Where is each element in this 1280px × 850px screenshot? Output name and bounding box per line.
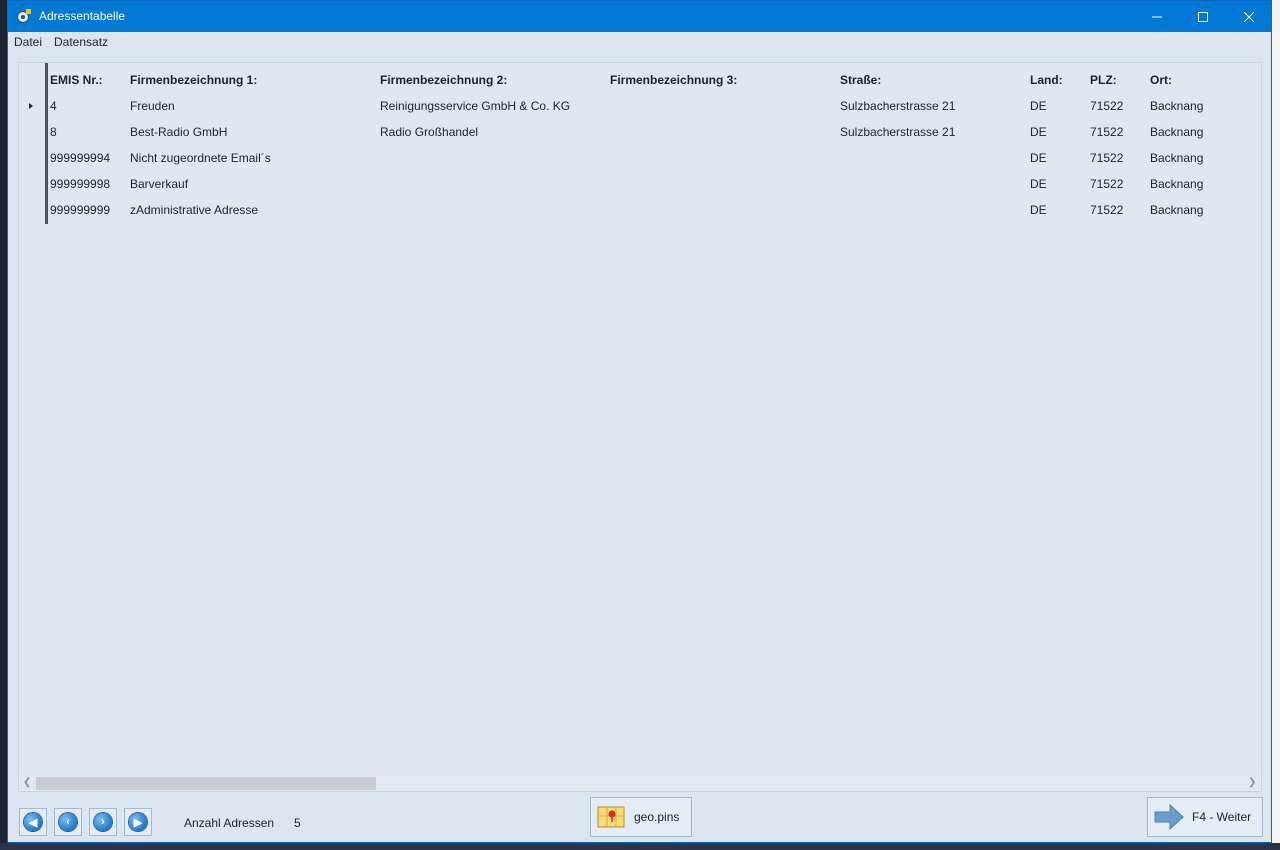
background-window-edge: [1272, 0, 1280, 850]
next-record-button[interactable]: ›: [89, 808, 117, 836]
cell-emis[interactable]: 999999998: [50, 177, 110, 191]
previous-record-button[interactable]: ‹: [54, 808, 82, 836]
first-record-button[interactable]: ◀: [19, 808, 47, 836]
cell-ort[interactable]: Backnang: [1150, 177, 1203, 191]
cell-land[interactable]: DE: [1030, 203, 1047, 217]
cell-ort[interactable]: Backnang: [1150, 203, 1203, 217]
map-pin-icon: [597, 806, 625, 828]
cell-land[interactable]: DE: [1030, 99, 1047, 113]
maximize-button[interactable]: [1180, 1, 1226, 32]
cell-emis[interactable]: 8: [50, 125, 57, 139]
last-record-icon: ▶: [129, 813, 147, 831]
window-title: Adressentabelle: [39, 9, 126, 23]
cell-emis[interactable]: 999999994: [50, 151, 110, 165]
menu-datensatz[interactable]: Datensatz: [54, 35, 108, 49]
cell-strasse[interactable]: Sulzbacherstrasse 21: [840, 125, 955, 139]
cell-plz[interactable]: 71522: [1090, 125, 1123, 139]
close-icon: [1244, 11, 1254, 22]
cell-plz[interactable]: 71522: [1090, 203, 1123, 217]
table-row[interactable]: 999999999 zAdministrative Adresse DE 715…: [19, 198, 1259, 224]
col-plz[interactable]: PLZ:: [1090, 73, 1117, 87]
menu-datei[interactable]: Datei: [14, 35, 42, 49]
col-firma3[interactable]: Firmenbezeichnung 3:: [610, 73, 737, 87]
cell-land[interactable]: DE: [1030, 151, 1047, 165]
table-row[interactable]: 4 Freuden Reinigungsservice GmbH & Co. K…: [19, 94, 1259, 120]
cell-emis[interactable]: 999999999: [50, 203, 110, 217]
cell-firma2[interactable]: Reinigungsservice GmbH & Co. KG: [380, 99, 570, 113]
cell-emis[interactable]: 4: [50, 99, 57, 113]
cell-firma1[interactable]: Freuden: [130, 99, 175, 113]
current-row-indicator-icon: [29, 103, 33, 109]
address-table-window: Adressentabelle Datei Datensatz EMIS Nr.…: [7, 0, 1272, 843]
col-land[interactable]: Land:: [1030, 73, 1063, 87]
cell-firma2[interactable]: Radio Großhandel: [380, 125, 478, 139]
cell-plz[interactable]: 71522: [1090, 151, 1123, 165]
cell-plz[interactable]: 71522: [1090, 99, 1123, 113]
cell-land[interactable]: DE: [1030, 125, 1047, 139]
col-firma2[interactable]: Firmenbezeichnung 2:: [380, 73, 507, 87]
cell-firma1[interactable]: Barverkauf: [130, 177, 188, 191]
f4-next-button[interactable]: F4 - Weiter: [1147, 797, 1263, 837]
arrow-right-icon: [1154, 804, 1184, 830]
last-record-button[interactable]: ▶: [124, 808, 152, 836]
address-count-value: 5: [294, 816, 301, 830]
horizontal-scrollbar[interactable]: ❮ ❯: [19, 775, 1261, 791]
geo-pins-label: geo.pins: [634, 810, 680, 824]
col-strasse[interactable]: Straße:: [840, 73, 881, 87]
table-row[interactable]: 999999994 Nicht zugeordnete Email´s DE 7…: [19, 146, 1259, 172]
col-emis[interactable]: EMIS Nr.:: [50, 73, 103, 87]
cell-land[interactable]: DE: [1030, 177, 1047, 191]
previous-record-icon: ‹: [59, 813, 77, 831]
f4-next-label: F4 - Weiter: [1192, 810, 1252, 824]
cell-firma1[interactable]: Nicht zugeordnete Email´s: [130, 151, 271, 165]
address-grid[interactable]: EMIS Nr.: Firmenbezeichnung 1: Firmenbez…: [18, 62, 1262, 792]
close-button[interactable]: [1226, 1, 1272, 32]
cell-strasse[interactable]: Sulzbacherstrasse 21: [840, 99, 955, 113]
menu-bar: Datei Datensatz: [8, 32, 1271, 52]
first-record-icon: ◀: [24, 813, 42, 831]
table-row[interactable]: 8 Best-Radio GmbH Radio Großhandel Sulzb…: [19, 120, 1259, 146]
app-icon: [17, 9, 31, 23]
cell-firma1[interactable]: zAdministrative Adresse: [130, 203, 258, 217]
minimize-button[interactable]: [1134, 1, 1180, 32]
scroll-left-icon[interactable]: ❮: [23, 777, 31, 788]
scroll-right-icon[interactable]: ❯: [1248, 777, 1256, 788]
cell-ort[interactable]: Backnang: [1150, 151, 1203, 165]
col-firma1[interactable]: Firmenbezeichnung 1:: [130, 73, 257, 87]
address-count-label: Anzahl Adressen: [184, 816, 275, 830]
col-ort[interactable]: Ort:: [1150, 73, 1172, 87]
cell-ort[interactable]: Backnang: [1150, 125, 1203, 139]
scrollbar-thumb[interactable]: [36, 777, 376, 790]
table-row[interactable]: 999999998 Barverkauf DE 71522 Backnang: [19, 172, 1259, 198]
maximize-icon: [1198, 11, 1208, 22]
minimize-icon: [1152, 16, 1162, 17]
background-strip: [0, 843, 1280, 850]
footer-bar: ◀ ‹ › ▶ Anzahl Adressen 5 geo.pins F4 - …: [8, 794, 1271, 842]
cell-firma1[interactable]: Best-Radio GmbH: [130, 125, 227, 139]
cell-plz[interactable]: 71522: [1090, 177, 1123, 191]
geo-pins-button[interactable]: geo.pins: [590, 797, 692, 837]
title-bar: Adressentabelle: [8, 1, 1271, 32]
next-record-icon: ›: [94, 813, 112, 831]
cell-ort[interactable]: Backnang: [1150, 99, 1203, 113]
